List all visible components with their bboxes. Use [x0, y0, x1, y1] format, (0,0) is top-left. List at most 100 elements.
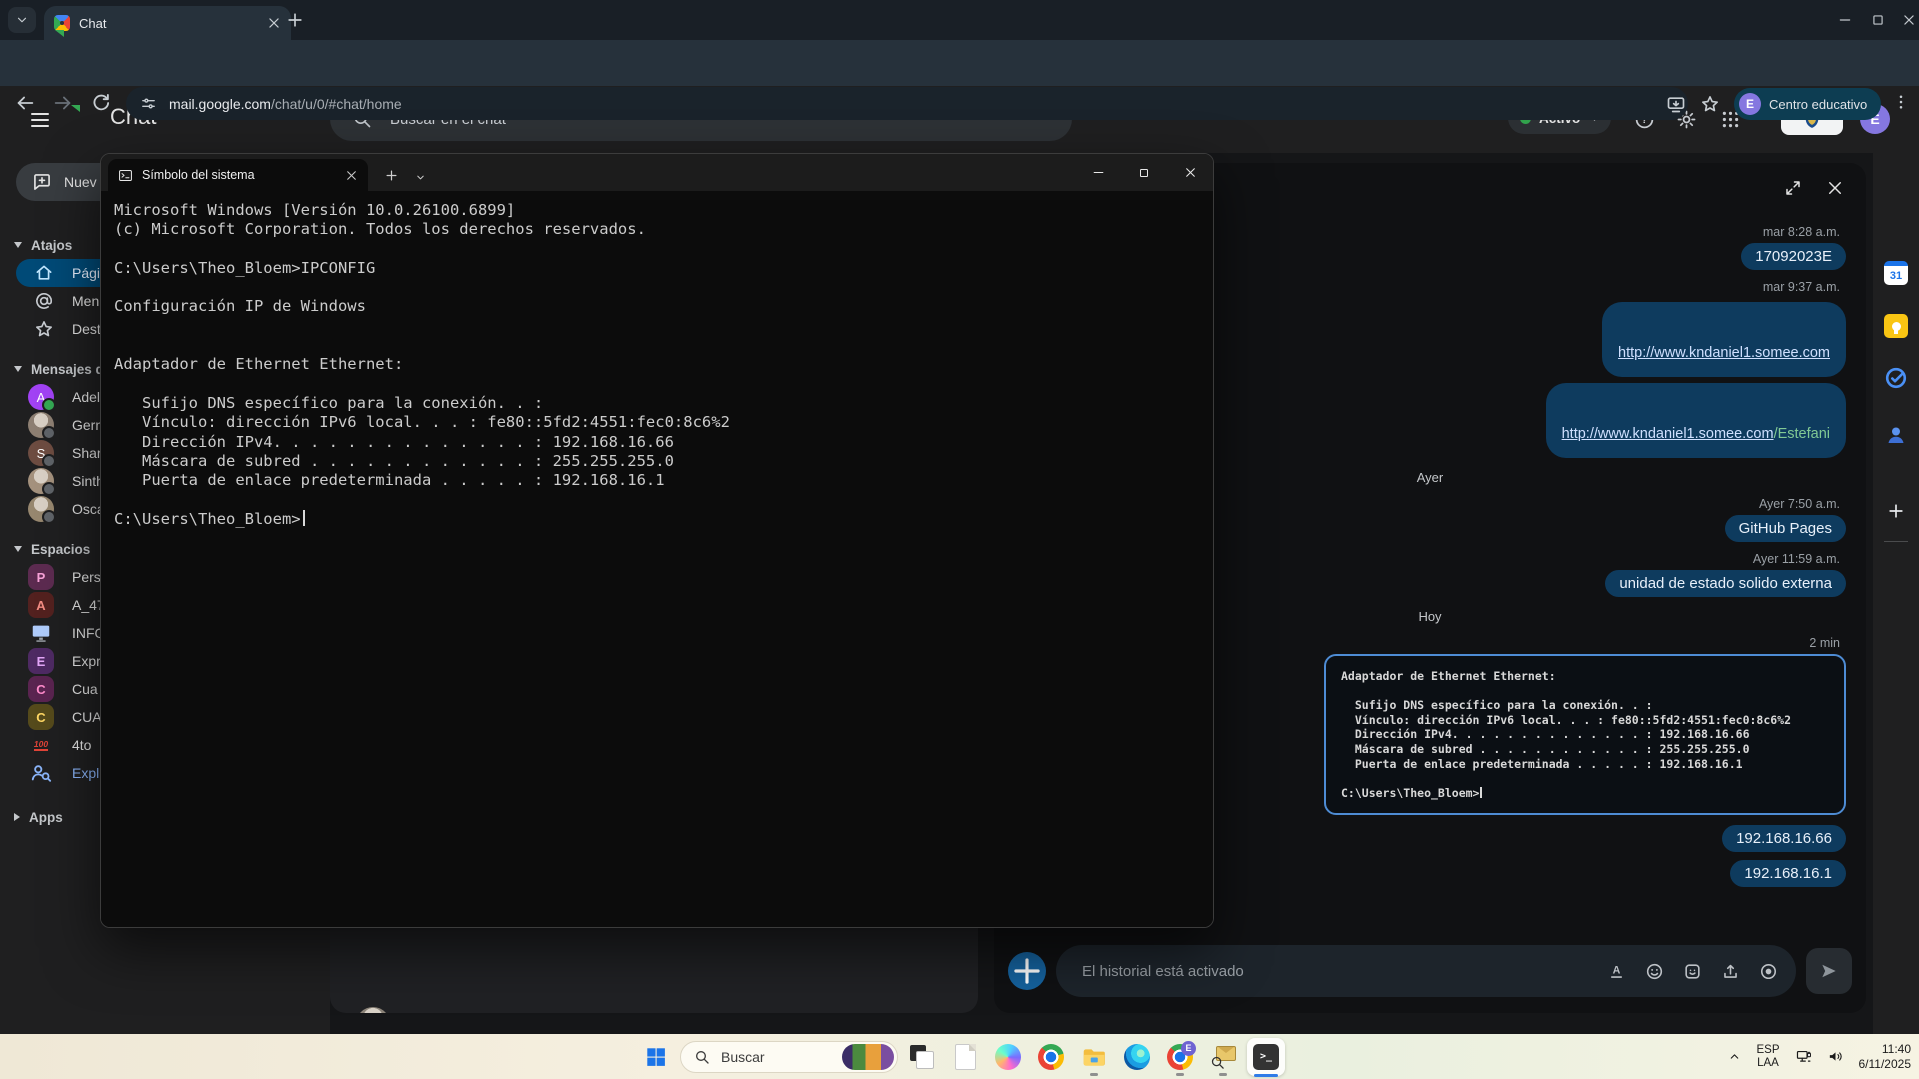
text-format-icon[interactable]: A: [1607, 962, 1626, 981]
message-timestamp: Ayer 7:50 a.m.: [1759, 497, 1840, 511]
sidebar-item-label: Pági: [72, 265, 100, 281]
site-settings-icon[interactable]: [140, 95, 157, 112]
command-prompt-window[interactable]: Símbolo del sistema Microsoft Windows [V…: [100, 153, 1214, 928]
address-bar[interactable]: mail.google.com/chat/u/0/#chat/home: [126, 87, 1688, 120]
message-code-block[interactable]: Adaptador de Ethernet Ethernet: Sufijo D…: [1324, 654, 1846, 815]
gif-sticker-icon[interactable]: [1683, 962, 1702, 981]
browser-tab-chat[interactable]: Chat: [44, 6, 291, 40]
svg-text:A: A: [1613, 964, 1621, 976]
terminal-tab-dropdown-icon[interactable]: [415, 172, 426, 183]
network-icon[interactable]: [1795, 1048, 1812, 1065]
tray-hidden-icons-chevron[interactable]: [1728, 1050, 1741, 1063]
send-button[interactable]: [1806, 948, 1852, 994]
search-highlight-image[interactable]: [842, 1044, 894, 1070]
star-icon: [34, 319, 54, 339]
avatar: S: [28, 440, 54, 466]
chat-list-row[interactable]: Me parece bastante bien: [330, 1005, 978, 1013]
avatar: [28, 496, 54, 522]
taskbar-mail-search[interactable]: [1204, 1037, 1242, 1077]
new-chat-label: Nuev: [64, 174, 97, 190]
reload-icon[interactable]: [90, 92, 112, 114]
taskbar-notepad[interactable]: [946, 1037, 984, 1077]
terminal-tab[interactable]: Símbolo del sistema: [108, 159, 368, 191]
terminal-minimize-button[interactable]: [1075, 154, 1121, 191]
install-app-icon[interactable]: [1666, 94, 1686, 114]
explore-icon: [30, 762, 52, 784]
window-minimize-button[interactable]: [1838, 13, 1852, 27]
monitor-icon: [30, 622, 52, 644]
message-bubble[interactable]: GitHub Pages: [1725, 515, 1846, 542]
message-link-suffix[interactable]: /Estefani: [1774, 426, 1830, 442]
terminal-maximize-button[interactable]: [1121, 154, 1167, 191]
calendar-icon[interactable]: 31: [1884, 261, 1908, 285]
windows-icon: [645, 1046, 667, 1068]
browser-profile-name: Centro educativo: [1769, 97, 1867, 112]
terminal-close-button[interactable]: [1167, 154, 1213, 191]
message-link[interactable]: http://www.kndaniel1.somee.com: [1618, 345, 1830, 361]
message-timestamp: 2 min: [1809, 636, 1840, 650]
tasks-icon[interactable]: [1884, 366, 1908, 390]
browser-menu-icon[interactable]: [1892, 93, 1910, 111]
taskbar-copilot[interactable]: [989, 1037, 1027, 1077]
terminal-output[interactable]: Microsoft Windows [Versión 10.0.26100.68…: [101, 191, 1213, 927]
browser-profile-chip[interactable]: E Centro educativo: [1734, 88, 1881, 120]
compose-add-button[interactable]: [1008, 952, 1046, 990]
tab-search-caret-icon[interactable]: [8, 7, 36, 33]
at-icon: [34, 291, 54, 311]
taskbar-search-input[interactable]: [719, 1048, 833, 1066]
message-bubble[interactable]: unidad de estado solido externa: [1605, 570, 1846, 597]
taskbar-search[interactable]: [680, 1037, 898, 1077]
message-input[interactable]: [1080, 962, 1588, 981]
terminal-title-bar[interactable]: Símbolo del sistema: [101, 154, 1213, 191]
window-maximize-button[interactable]: [1871, 13, 1885, 27]
google-side-panel: 31: [1873, 153, 1919, 1034]
contacts-icon[interactable]: [1884, 423, 1908, 447]
space-avatar: P: [28, 564, 54, 590]
back-icon[interactable]: [14, 92, 36, 114]
message-link-card[interactable]: http://www.kndaniel1.somee.com: [1602, 302, 1846, 377]
video-record-icon[interactable]: [1759, 962, 1778, 981]
message-timestamp: mar 8:28 a.m.: [1763, 225, 1840, 239]
forward-icon[interactable]: [52, 92, 74, 114]
keep-icon[interactable]: [1884, 314, 1908, 338]
new-chat-icon: [32, 172, 52, 192]
sidebar-item-label: Expr: [72, 653, 101, 669]
volume-icon[interactable]: [1827, 1048, 1844, 1065]
sidebar-item-label: Gern: [72, 417, 103, 433]
message-input-field[interactable]: A: [1056, 945, 1796, 997]
taskbar-edge[interactable]: [1118, 1037, 1156, 1077]
space-avatar: 100: [28, 732, 54, 758]
mag-icon: [694, 1049, 710, 1065]
taskbar-cmd[interactable]: >_: [1247, 1037, 1285, 1077]
terminal-new-tab-icon[interactable]: [384, 168, 399, 183]
expand-panel-icon[interactable]: [1784, 179, 1802, 197]
message-bubble[interactable]: 17092023E: [1741, 243, 1846, 270]
taskbar-task-view[interactable]: [903, 1037, 941, 1077]
taskbar-chrome[interactable]: [1032, 1037, 1070, 1077]
strip-divider: [1884, 541, 1908, 542]
taskbar-explorer[interactable]: [1075, 1037, 1113, 1077]
taskbar-chrome-profile[interactable]: E: [1161, 1037, 1199, 1077]
terminal-tab-close-icon[interactable]: [345, 169, 358, 182]
task-view-icon: [910, 1045, 934, 1069]
new-tab-button[interactable]: [285, 10, 305, 30]
get-addons-icon[interactable]: [1886, 501, 1906, 521]
taskbar-search-box[interactable]: [680, 1041, 898, 1073]
window-close-button[interactable]: [1902, 13, 1916, 27]
avatar: A: [28, 384, 54, 410]
tab-close-icon[interactable]: [267, 16, 281, 30]
language-indicator[interactable]: ESP LAA: [1756, 1044, 1779, 1070]
browser-toolbar: mail.google.com/chat/u/0/#chat/home E Ce…: [0, 40, 1919, 86]
space-avatar: C: [28, 704, 54, 730]
message-bubble[interactable]: 192.168.16.1: [1730, 860, 1846, 887]
sidebar-item-label: Dest: [72, 321, 101, 337]
bookmark-icon[interactable]: [1700, 94, 1720, 114]
taskbar-start[interactable]: [637, 1037, 675, 1077]
upload-file-icon[interactable]: [1721, 962, 1740, 981]
close-panel-icon[interactable]: [1826, 179, 1844, 197]
emoji-icon[interactable]: [1645, 962, 1664, 981]
message-link[interactable]: http://www.kndaniel1.somee.com: [1562, 426, 1774, 442]
message-link-card[interactable]: http://www.kndaniel1.somee.com/Estefani: [1546, 383, 1846, 458]
message-bubble[interactable]: 192.168.16.66: [1722, 825, 1846, 852]
clock[interactable]: 11:40 6/11/2025: [1859, 1042, 1912, 1072]
